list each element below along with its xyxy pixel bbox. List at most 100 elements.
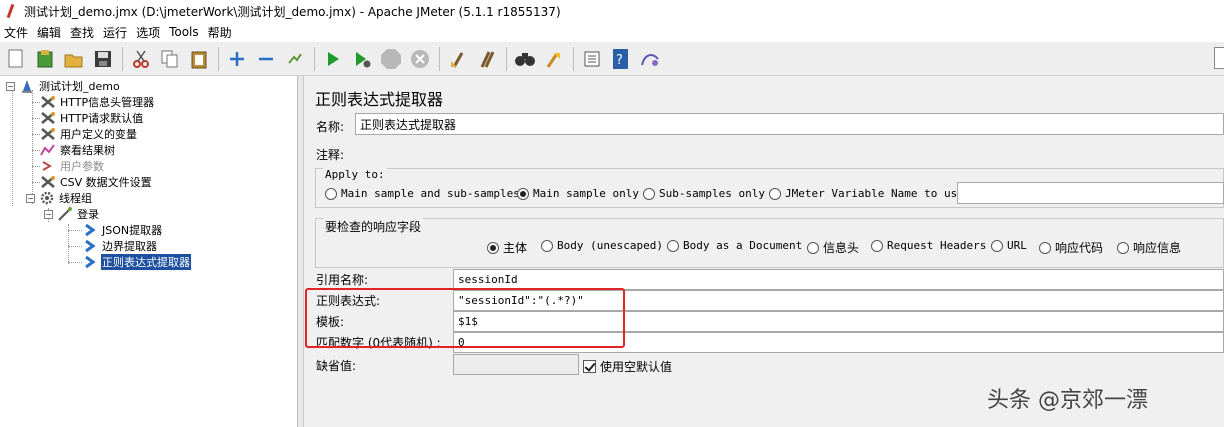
- apply-main-and-sub-radio[interactable]: Main sample and sub-samples: [325, 187, 520, 200]
- menu-search[interactable]: 查找: [70, 24, 94, 41]
- use-empty-default-checkbox[interactable]: 使用空默认值: [583, 358, 672, 375]
- menu-tools[interactable]: Tools: [169, 25, 199, 39]
- apply-main-only-radio[interactable]: Main sample only: [517, 187, 639, 200]
- radio-button[interactable]: [1117, 241, 1129, 254]
- help-icon[interactable]: ?: [609, 47, 633, 71]
- tree-node-http-defaults[interactable]: HTTP请求默认值: [40, 110, 144, 126]
- open-icon[interactable]: [62, 47, 86, 71]
- function-helper-icon[interactable]: [580, 47, 604, 71]
- search-icon[interactable]: [513, 47, 537, 71]
- field-response-message-radio[interactable]: 响应信息: [1117, 239, 1181, 256]
- field-url-radio[interactable]: URL: [991, 239, 1027, 252]
- wrench-icon: [40, 175, 56, 189]
- start-icon[interactable]: [321, 47, 345, 71]
- extractor-arrow-icon: [82, 255, 98, 269]
- match-number-input[interactable]: 0: [453, 332, 1224, 353]
- field-headers-radio[interactable]: 信息头: [807, 239, 859, 256]
- menu-run[interactable]: 运行: [103, 24, 127, 41]
- extractor-arrow-icon: [82, 223, 98, 237]
- reset-search-icon[interactable]: [542, 47, 566, 71]
- collapse-toggle[interactable]: −: [6, 81, 15, 91]
- toolbar-separator: [573, 46, 574, 71]
- save-icon[interactable]: [91, 47, 115, 71]
- radio-button-selected[interactable]: [517, 187, 529, 200]
- shutdown-icon[interactable]: [408, 47, 432, 71]
- tree-node-thread-group[interactable]: − 线程组: [26, 190, 93, 206]
- radio-button[interactable]: [807, 241, 819, 254]
- window-title: 测试计划_demo.jmx (D:\jmeterWork\测试计划_demo.j…: [24, 4, 561, 19]
- menu-help[interactable]: 帮助: [208, 24, 232, 41]
- comment-label: 注释:: [316, 148, 345, 162]
- collapse-toggle[interactable]: −: [44, 209, 53, 219]
- tree-node-login-sampler[interactable]: − 登录: [44, 206, 100, 222]
- radio-button[interactable]: [643, 187, 655, 200]
- tree-connector: [68, 262, 82, 263]
- apply-sub-only-radio[interactable]: Sub-samples only: [643, 187, 765, 200]
- field-body-unescaped-radio[interactable]: Body (unescaped): [541, 239, 663, 252]
- name-input[interactable]: 正则表达式提取器: [355, 113, 1224, 135]
- match-number-label: 匹配数字 (0代表随机) :: [316, 336, 441, 350]
- field-body-radio[interactable]: 主体: [487, 239, 527, 256]
- reference-name-input[interactable]: sessionId: [453, 269, 1224, 290]
- radio-button[interactable]: [667, 239, 679, 252]
- test-plan-icon: [19, 79, 35, 93]
- field-body-document-radio[interactable]: Body as a Document: [667, 239, 802, 252]
- extractor-arrow-icon: [82, 239, 98, 253]
- radio-button[interactable]: [991, 239, 1003, 252]
- default-value-label: 缺省值:: [316, 359, 357, 373]
- tree-node-csv-data-set[interactable]: CSV 数据文件设置: [40, 174, 153, 190]
- templates-icon[interactable]: [33, 47, 57, 71]
- tree-node-view-results-tree[interactable]: 察看结果树: [40, 142, 116, 158]
- clear-all-icon[interactable]: [475, 47, 499, 71]
- comment-input[interactable]: [355, 140, 1224, 162]
- collapse-toggle[interactable]: −: [26, 193, 35, 203]
- template-input[interactable]: $1$: [453, 311, 1224, 332]
- split-pane-divider[interactable]: [298, 76, 304, 427]
- name-label: 名称:: [316, 120, 345, 134]
- preprocessor-icon: [40, 159, 56, 173]
- toolbar-search-field[interactable]: [1214, 47, 1224, 69]
- expand-icon[interactable]: [225, 47, 249, 71]
- tree-node-header-manager[interactable]: HTTP信息头管理器: [40, 94, 155, 110]
- remote-icon[interactable]: [638, 47, 662, 71]
- menu-edit[interactable]: 编辑: [37, 24, 61, 41]
- tree-node-boundary-extractor[interactable]: 边界提取器: [82, 238, 158, 254]
- regex-input[interactable]: "sessionId":"(.*?)": [453, 290, 1224, 311]
- tree-connector: [12, 90, 13, 206]
- radio-button[interactable]: [769, 187, 781, 200]
- jmeter-variable-input[interactable]: [957, 182, 1224, 204]
- apply-variable-radio[interactable]: JMeter Variable Name to use: [769, 187, 964, 200]
- gear-icon: [39, 191, 55, 205]
- tree-connector: [32, 118, 40, 119]
- tree-connector: [32, 166, 40, 167]
- radio-button[interactable]: [1039, 241, 1051, 254]
- collapse-icon[interactable]: [254, 47, 278, 71]
- menu-options[interactable]: 选项: [136, 24, 160, 41]
- tree-node-regex-extractor[interactable]: 正则表达式提取器: [82, 254, 191, 270]
- tree-connector: [32, 90, 33, 204]
- radio-button[interactable]: [871, 239, 883, 252]
- default-value-input[interactable]: [453, 354, 579, 375]
- radio-button-selected[interactable]: [487, 241, 499, 254]
- tree-node-user-parameters[interactable]: 用户参数: [40, 158, 105, 174]
- tree-node-user-variables[interactable]: 用户定义的变量: [40, 126, 138, 142]
- reference-name-label: 引用名称:: [316, 273, 369, 287]
- tree-node-json-extractor[interactable]: JSON提取器: [82, 222, 163, 238]
- start-no-pause-icon[interactable]: [350, 47, 374, 71]
- paste-icon[interactable]: [187, 47, 211, 71]
- clear-icon[interactable]: [446, 47, 470, 71]
- toolbar-separator: [122, 46, 123, 71]
- radio-button[interactable]: [325, 187, 337, 200]
- field-request-headers-radio[interactable]: Request Headers: [871, 239, 986, 252]
- tree-connector: [32, 134, 40, 135]
- checkbox-checked[interactable]: [583, 360, 596, 373]
- toggle-icon[interactable]: [283, 47, 307, 71]
- cut-icon[interactable]: [129, 47, 153, 71]
- menu-file[interactable]: 文件: [4, 24, 28, 41]
- new-icon[interactable]: [4, 47, 28, 71]
- tree-node-test-plan[interactable]: − 测试计划_demo: [6, 78, 121, 94]
- copy-icon[interactable]: [158, 47, 182, 71]
- radio-button[interactable]: [541, 239, 553, 252]
- field-response-code-radio[interactable]: 响应代码: [1039, 239, 1103, 256]
- stop-icon[interactable]: [379, 47, 403, 71]
